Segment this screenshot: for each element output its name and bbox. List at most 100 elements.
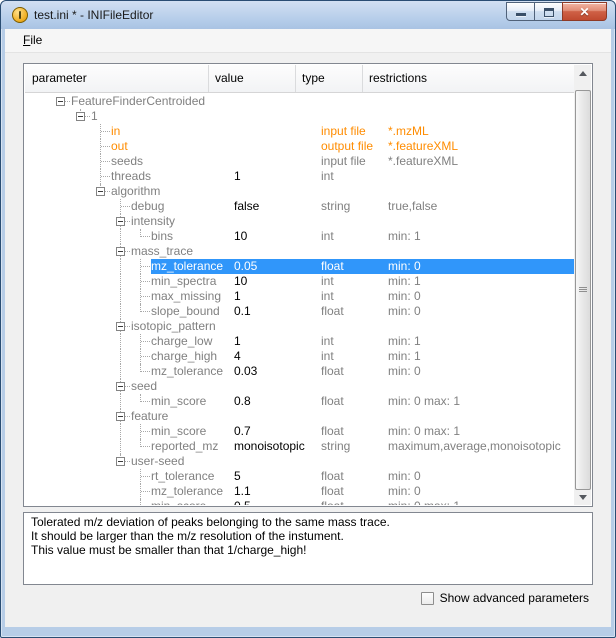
tree-row[interactable]: rt_tolerance5floatmin: 0 [25,469,574,484]
value-cell[interactable]: 0.8 [232,394,319,409]
tree-row[interactable]: mz_tolerance1.1floatmin: 0 [25,484,574,499]
tree-row[interactable]: charge_high4intmin: 1 [25,349,574,364]
advanced-checkbox[interactable] [421,592,434,605]
value-cell[interactable]: 1 [232,334,319,349]
expand-box-icon[interactable] [96,187,105,196]
tree-row[interactable]: mz_tolerance0.05floatmin: 0 [25,259,574,274]
value-cell[interactable]: 5 [232,469,319,484]
maximize-button[interactable] [534,2,563,21]
tree-row[interactable]: min_score0.8floatmin: 0 max: 1 [25,394,574,409]
tree-guide [91,244,111,259]
vertical-scrollbar[interactable] [574,65,591,505]
tree-row[interactable]: intensity [25,214,574,229]
value-cell[interactable] [232,379,319,394]
value-cell[interactable]: 10 [232,229,319,244]
value-cell[interactable] [232,454,319,469]
expand-box-icon[interactable] [116,412,125,421]
tree-guide [111,289,131,304]
tree-row[interactable]: algorithm [25,184,574,199]
restrictions-cell: min: 0 max: 1 [386,424,574,439]
value-cell[interactable]: 1.1 [232,484,319,499]
tree-row[interactable]: charge_low1intmin: 1 [25,334,574,349]
tree-guide [51,394,71,409]
restrictions-cell: *.featureXML [386,139,574,154]
expand-box-icon[interactable] [116,217,125,226]
value-cell[interactable]: 0.03 [232,364,319,379]
value-cell[interactable] [232,319,319,334]
tree-row[interactable]: min_score0.5floatmin: 0 max: 1 [25,499,574,505]
value-cell[interactable] [232,214,319,229]
scroll-down-button[interactable] [574,489,591,505]
value-cell[interactable] [232,124,319,139]
tree-row[interactable]: ininput file*.mzML [25,124,574,139]
close-button[interactable]: ✕ [562,2,607,21]
column-header-type[interactable]: type [296,65,363,92]
tree-row[interactable]: seedsinput file*.featureXML [25,154,574,169]
column-header-parameter[interactable]: parameter [25,65,209,92]
window-controls: ✕ [507,2,607,21]
expand-box-icon[interactable] [116,247,125,256]
tree-row[interactable]: debugfalsestringtrue,false [25,199,574,214]
expand-box-icon[interactable] [116,382,125,391]
tree-connector [131,229,151,244]
row-content: feature [131,409,574,424]
value-cell[interactable] [232,154,319,169]
tree-row[interactable]: max_missing1intmin: 0 [25,289,574,304]
expand-box-icon[interactable] [116,322,125,331]
value-cell[interactable] [232,184,319,199]
value-cell[interactable] [232,109,319,124]
tree-row[interactable]: min_spectra10intmin: 1 [25,274,574,289]
param-label: min_score [151,394,232,409]
value-cell[interactable]: 1 [232,289,319,304]
value-cell[interactable]: 0.7 [232,424,319,439]
tree-row[interactable]: mz_tolerance0.03floatmin: 0 [25,364,574,379]
row-content: max_missing1intmin: 0 [151,289,574,304]
tree-guide [111,229,131,244]
expand-box-icon[interactable] [116,457,125,466]
expand-box-icon[interactable] [56,97,65,106]
param-label: mz_tolerance [151,259,232,274]
expand-box-icon[interactable] [76,112,85,121]
tree-row[interactable]: mass_trace [25,244,574,259]
tree-row[interactable]: isotopic_pattern [25,319,574,334]
titlebar[interactable]: test.ini * - INIFileEditor ✕ [1,1,615,29]
restrictions-cell: min: 0 [386,304,574,319]
value-cell[interactable]: 10 [232,274,319,289]
value-cell[interactable]: false [232,199,319,214]
tree-guide [71,484,91,499]
tree-row[interactable]: min_score0.7floatmin: 0 max: 1 [25,424,574,439]
value-cell[interactable] [232,139,319,154]
restrictions-cell: min: 1 [386,334,574,349]
value-cell[interactable]: 1 [232,169,319,184]
tree-row[interactable]: threads1int [25,169,574,184]
tree-connector [131,364,151,379]
tree-guide [111,469,131,484]
tree-row[interactable]: reported_mzmonoisotopicstringmaximum,ave… [25,439,574,454]
column-header-value[interactable]: value [209,65,296,92]
value-cell[interactable] [232,409,319,424]
type-cell [319,244,386,259]
value-cell[interactable]: 0.05 [232,259,319,274]
menu-file[interactable]: File [17,29,48,53]
scrollbar-thumb[interactable] [575,90,591,490]
tree-guide [71,184,91,199]
tree-row[interactable]: slope_bound0.1floatmin: 0 [25,304,574,319]
tree-row[interactable]: feature [25,409,574,424]
tree-row[interactable]: user-seed [25,454,574,469]
value-cell[interactable] [232,94,319,109]
scroll-up-button[interactable] [574,65,591,81]
minimize-button[interactable] [506,2,535,21]
type-cell: float [319,364,386,379]
column-header-restrictions[interactable]: restrictions [363,65,574,92]
value-cell[interactable]: 0.5 [232,499,319,505]
tree-row[interactable]: 1 [25,109,574,124]
tree-guide [51,454,71,469]
value-cell[interactable]: monoisotopic [232,439,319,454]
value-cell[interactable]: 4 [232,349,319,364]
value-cell[interactable]: 0.1 [232,304,319,319]
tree-row[interactable]: seed [25,379,574,394]
tree-row[interactable]: FeatureFinderCentroided [25,94,574,109]
tree-row[interactable]: bins10intmin: 1 [25,229,574,244]
value-cell[interactable] [232,244,319,259]
tree-row[interactable]: outoutput file*.featureXML [25,139,574,154]
